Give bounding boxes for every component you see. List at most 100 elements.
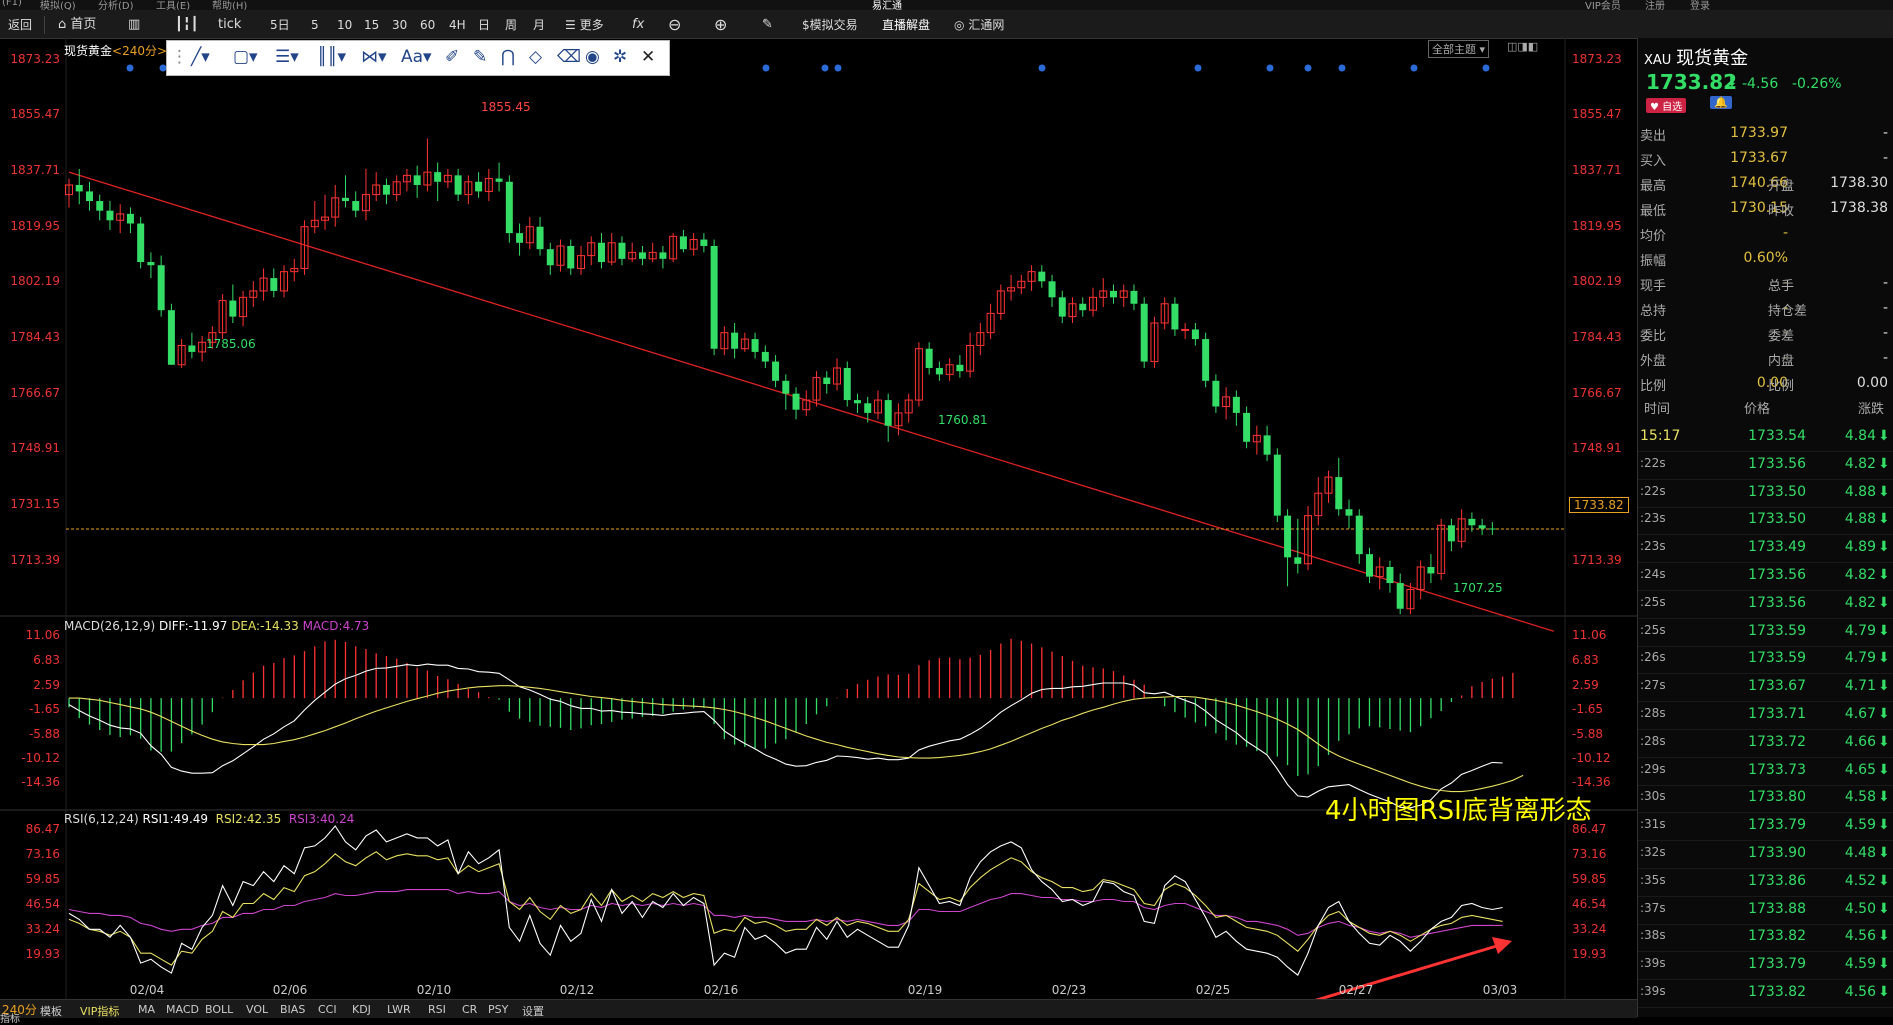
price-tick: 1766.67	[10, 386, 60, 400]
tick-row: :39s 1733.79 4.59 ⬇	[1638, 951, 1893, 981]
tick-price: 1733.79	[1748, 817, 1806, 834]
event-dot	[821, 64, 829, 72]
rect-tool-icon[interactable]: ▢▾	[233, 47, 258, 67]
bar-chart-icon[interactable]: ▥	[128, 14, 140, 36]
tick-change: 4.50	[1844, 900, 1876, 917]
menu-item[interactable]: 分析(D)	[98, 0, 134, 10]
alert-bell-icon[interactable]: 🔔	[1710, 96, 1732, 109]
indicator-tab[interactable]: VOL	[246, 1003, 268, 1016]
live-button[interactable]: 直播解盘	[882, 14, 930, 36]
indicator-tab[interactable]: BOLL	[205, 1003, 233, 1016]
gear-icon[interactable]: ✲	[613, 47, 627, 67]
tick-change: 4.65	[1844, 761, 1876, 778]
text-tool-icon[interactable]: Aa▾	[401, 47, 432, 67]
zoom-out-icon[interactable]: ⊖	[668, 14, 681, 36]
indicator-tab[interactable]: 指标	[0, 1010, 20, 1025]
candle-body	[679, 236, 687, 250]
pattern-tool-icon[interactable]: ⋈▾	[361, 47, 387, 67]
login-link[interactable]: 登录	[1690, 0, 1710, 10]
quote-row-value: 1733.97	[1730, 125, 1788, 141]
candle-body	[382, 184, 390, 195]
indicator-tab[interactable]: PSY	[488, 1003, 508, 1016]
indicator-tab[interactable]: CR	[462, 1003, 477, 1016]
theme-button[interactable]: 全部主题 ▾	[1428, 40, 1490, 58]
indicator-tab[interactable]: BIAS	[280, 1003, 305, 1016]
quote-price: 1733.82	[1646, 70, 1738, 94]
event-dot	[1482, 64, 1490, 72]
ruler-icon[interactable]: ✐	[445, 47, 459, 67]
high-annotation: 1855.45	[481, 100, 531, 114]
candle-body	[1048, 281, 1056, 298]
back-button[interactable]: 返回	[8, 14, 32, 36]
vip-link[interactable]: VIP会员	[1585, 0, 1621, 10]
period-10[interactable]: 10	[337, 14, 352, 36]
tick-row: :24s 1733.56 4.82 ⬇	[1638, 562, 1893, 591]
home-button[interactable]: ⌂ 首页	[58, 14, 96, 36]
trash-icon[interactable]: ⌫	[557, 47, 581, 67]
period-5[interactable]: 5	[311, 14, 319, 36]
rsi2-line	[68, 851, 1503, 966]
layout-icons[interactable]: ◫◨◧	[1507, 40, 1538, 53]
line-tool-icon[interactable]: ╱▾	[191, 47, 210, 67]
indicator-tab[interactable]: KDJ	[352, 1003, 371, 1016]
more-button[interactable]: ☰ 更多	[565, 14, 604, 36]
register-link[interactable]: 注册	[1645, 0, 1665, 10]
candle-body	[597, 242, 605, 263]
tick-price: 1733.59	[1748, 622, 1806, 639]
grip-icon[interactable]: ⋮	[171, 47, 188, 67]
candle-icon[interactable]: ┃╏┃	[175, 14, 198, 36]
rsi-tick: 73.16	[1572, 847, 1607, 861]
indicator-tab[interactable]: LWR	[387, 1003, 411, 1016]
tick-time: :39s	[1640, 984, 1666, 998]
date-tick: 03/03	[1482, 983, 1518, 997]
tick-price: 1733.50	[1748, 511, 1806, 528]
menu-item[interactable]: 工具(E)	[156, 0, 190, 10]
fx-button[interactable]: fx	[632, 14, 644, 36]
period-month[interactable]: 月	[533, 14, 545, 36]
channel-tool-icon[interactable]: ☰▾	[275, 47, 299, 67]
candle-body	[700, 239, 708, 246]
indicator-tab[interactable]: RSI	[428, 1003, 446, 1016]
quote-row-value: 0.00	[1856, 375, 1888, 391]
huitong-button[interactable]: ◎ 汇通网	[954, 14, 1004, 36]
tick-time: :38s	[1640, 928, 1666, 943]
rsi3-line	[68, 889, 1503, 938]
date-tick: 02/10	[416, 983, 452, 997]
period-day[interactable]: 日	[478, 14, 490, 36]
menu-item[interactable]: (F1)	[2, 0, 22, 8]
candle-body	[85, 191, 93, 202]
quote-row-label: 均价	[1640, 229, 1667, 244]
period-5d[interactable]: 5日	[270, 14, 290, 36]
indicator-tab[interactable]: CCI	[318, 1003, 337, 1016]
close-icon[interactable]: ✕	[641, 47, 655, 67]
magnet-icon[interactable]: ⋂	[501, 47, 515, 67]
price-tick: 1873.23	[10, 52, 60, 66]
period-15[interactable]: 15	[364, 14, 379, 36]
menu-item[interactable]: 帮助(H)	[212, 0, 247, 10]
period-4h[interactable]: 4H	[449, 14, 466, 36]
indicator-tab[interactable]: MA	[138, 1003, 155, 1016]
favorite-button[interactable]: ♥ 自选	[1646, 98, 1687, 113]
macd-tick: 2.59	[33, 678, 60, 692]
eye-icon[interactable]: ◉	[585, 47, 600, 67]
brush-icon[interactable]: ✎	[473, 47, 487, 67]
down-arrow-icon: ⬇	[1878, 678, 1890, 695]
menu-item[interactable]: 模拟(Q)	[40, 0, 76, 10]
quote-row-label: 持仓差	[1768, 304, 1808, 319]
eraser-icon[interactable]: ◇	[529, 47, 542, 67]
tick-row: :23s 1733.49 4.89 ⬇	[1638, 534, 1893, 564]
zoom-in-icon[interactable]: ⊕	[714, 14, 727, 36]
period-30[interactable]: 30	[392, 14, 407, 36]
sim-trade-button[interactable]: $模拟交易	[802, 14, 858, 36]
indicator-tab[interactable]: MACD	[166, 1003, 199, 1016]
tick-change: 4.82	[1844, 594, 1876, 611]
period-60[interactable]: 60	[420, 14, 435, 36]
period-week[interactable]: 周	[505, 14, 517, 36]
tick-button[interactable]: tick	[218, 14, 241, 36]
tick-price: 1733.67	[1748, 678, 1806, 695]
candle-body	[935, 367, 943, 375]
fib-tool-icon[interactable]: ║║▾	[317, 47, 346, 67]
chart-canvas[interactable]	[0, 38, 1637, 999]
pen-icon[interactable]: ✎	[762, 14, 773, 36]
event-dot	[762, 64, 770, 72]
